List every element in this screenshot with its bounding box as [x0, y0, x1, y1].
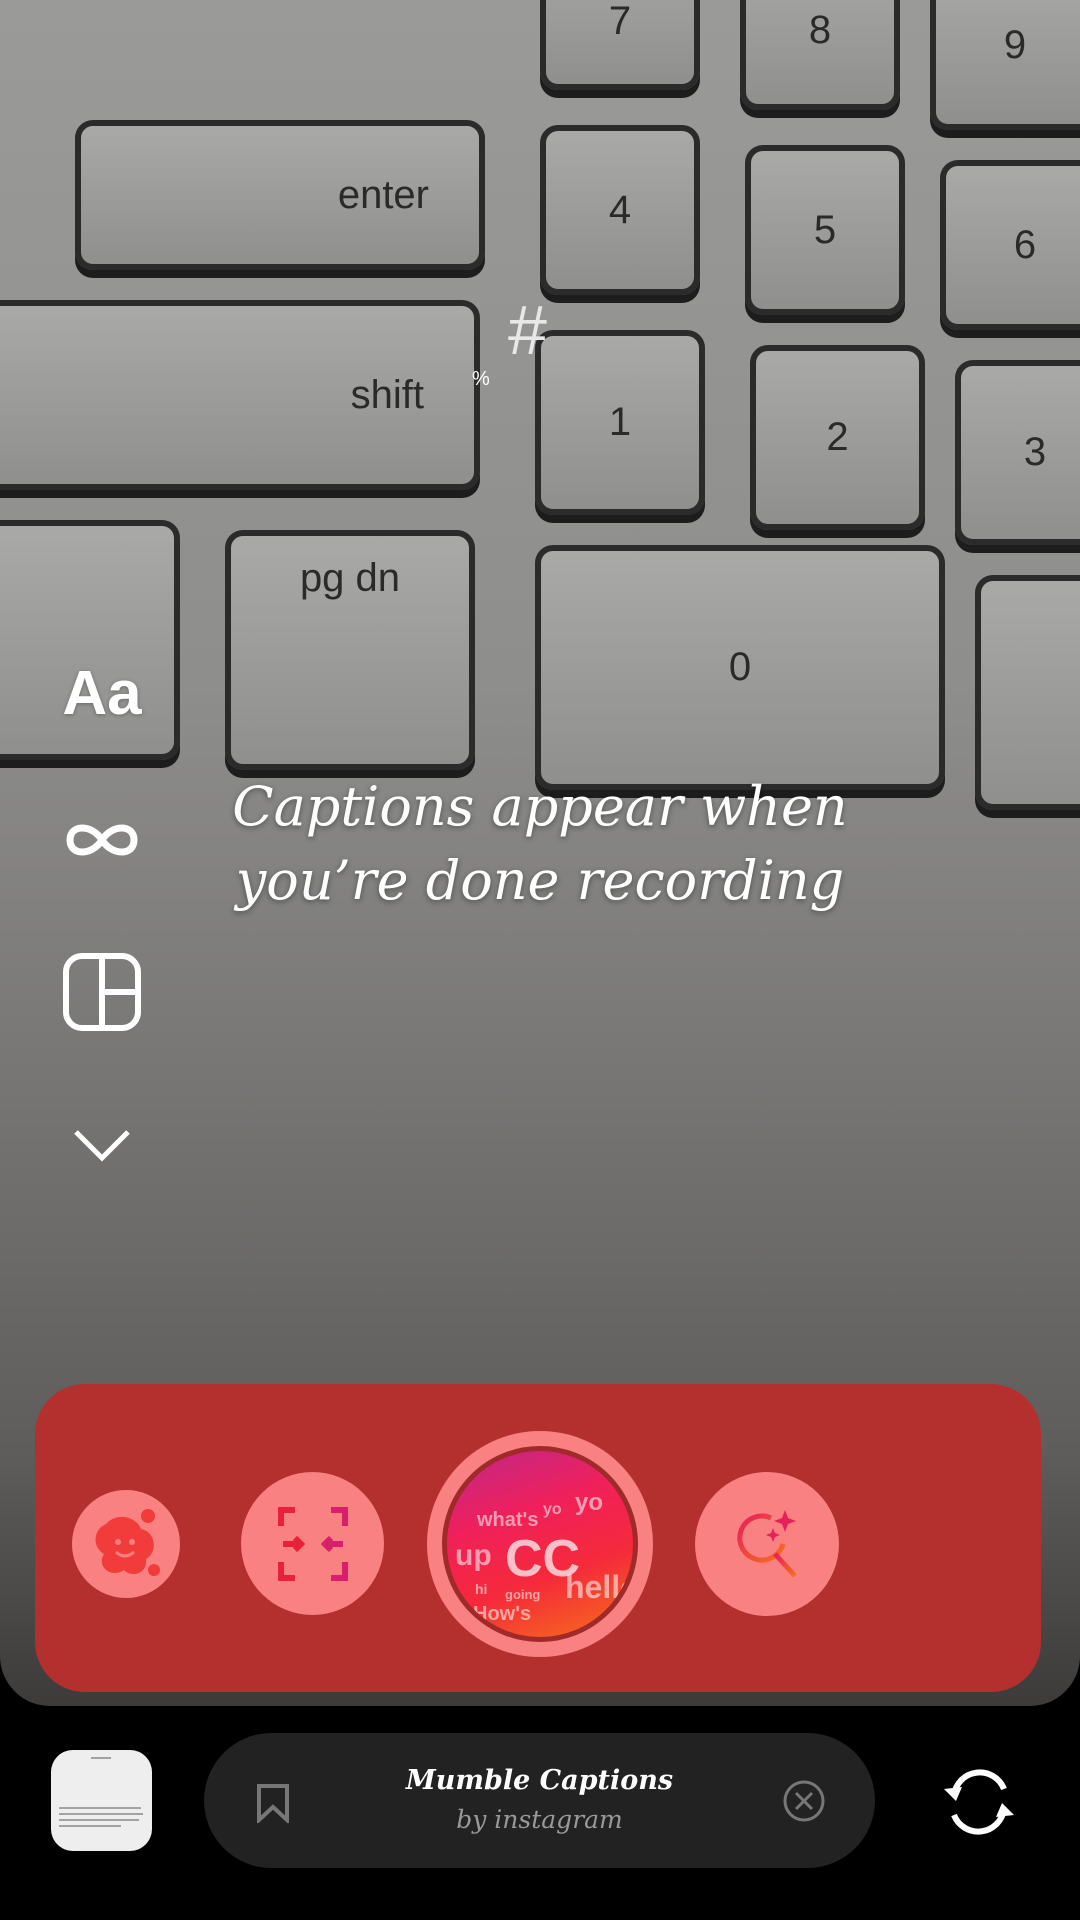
text-style-button[interactable]: Aa: [60, 655, 144, 731]
key-8: 8: [740, 0, 900, 110]
search-effects-icon: [737, 1510, 797, 1578]
effect-author: by instagram: [456, 1805, 623, 1834]
key-label: enter: [337, 172, 429, 217]
face-capture-effect-icon: [277, 1506, 348, 1581]
effect-smiley-blob[interactable]: [72, 1490, 180, 1598]
key-label: 5: [813, 207, 837, 252]
sticker-hash: #: [508, 291, 547, 369]
key-9: 9: [930, 0, 1080, 130]
flip-camera-icon[interactable]: [942, 1765, 1016, 1839]
gallery-preview-image: [59, 1757, 143, 1827]
key-4: 4: [540, 125, 700, 295]
word: going: [505, 1587, 541, 1602]
chevron-down-icon: [74, 1130, 130, 1162]
layout-icon: [63, 953, 141, 1031]
key-5: 5: [745, 145, 905, 315]
word: up: [455, 1539, 492, 1572]
caption-hint-line2: you’re done recording: [235, 849, 845, 912]
key-label: 1: [608, 400, 632, 444]
key-label: 7: [608, 0, 632, 43]
word: How's: [473, 1603, 532, 1625]
key-pgdn: pg dn: [225, 530, 475, 770]
sticker-percent: %: [472, 368, 490, 390]
key-7: 7: [540, 0, 700, 90]
mumble-captions-effect: what's yo yo up CC hello hi going How's: [442, 1446, 638, 1642]
word: hello: [565, 1569, 638, 1605]
key-6: 6: [940, 160, 1080, 330]
key-label: 3: [1023, 430, 1047, 474]
effect-title: Mumble Captions: [405, 1765, 674, 1796]
key-2: 2: [750, 345, 925, 530]
key-label: pg dn: [299, 556, 401, 600]
key-label: shift: [350, 372, 424, 417]
key-label: 4: [608, 187, 632, 232]
key-label: 0: [728, 645, 752, 689]
key-0: 0: [535, 545, 945, 790]
text-style-icon: Aa: [62, 658, 142, 728]
layout-button[interactable]: [60, 950, 144, 1034]
key-label: 8: [808, 7, 832, 52]
key-3: 3: [955, 360, 1080, 545]
key-shift: shift: [0, 300, 480, 490]
capture-button-mumble-captions[interactable]: what's yo yo up CC hello hi going How's: [427, 1431, 653, 1657]
word: hi: [475, 1581, 488, 1597]
word: yo: [543, 1501, 562, 1518]
key-1: 1: [535, 330, 705, 515]
effect-info-bar[interactable]: Mumble Captions by instagram: [204, 1733, 875, 1868]
search-effects-button[interactable]: [695, 1472, 839, 1616]
effect-face-capture[interactable]: [241, 1472, 384, 1615]
key-label: 6: [1013, 222, 1037, 267]
caption-hint-line1: Captions appear when: [232, 775, 848, 838]
key-label: 2: [826, 415, 849, 459]
caption-hint: Captions appear when you’re done recordi…: [0, 770, 1080, 918]
gallery-thumbnail[interactable]: [51, 1750, 152, 1851]
key-enter: enter: [75, 120, 485, 270]
word: yo: [575, 1489, 604, 1516]
key-label: 9: [1003, 22, 1027, 67]
smiley-blob-effect-icon: [95, 1509, 160, 1576]
more-tools-button[interactable]: [60, 1120, 144, 1170]
close-circle-icon[interactable]: [782, 1779, 826, 1823]
